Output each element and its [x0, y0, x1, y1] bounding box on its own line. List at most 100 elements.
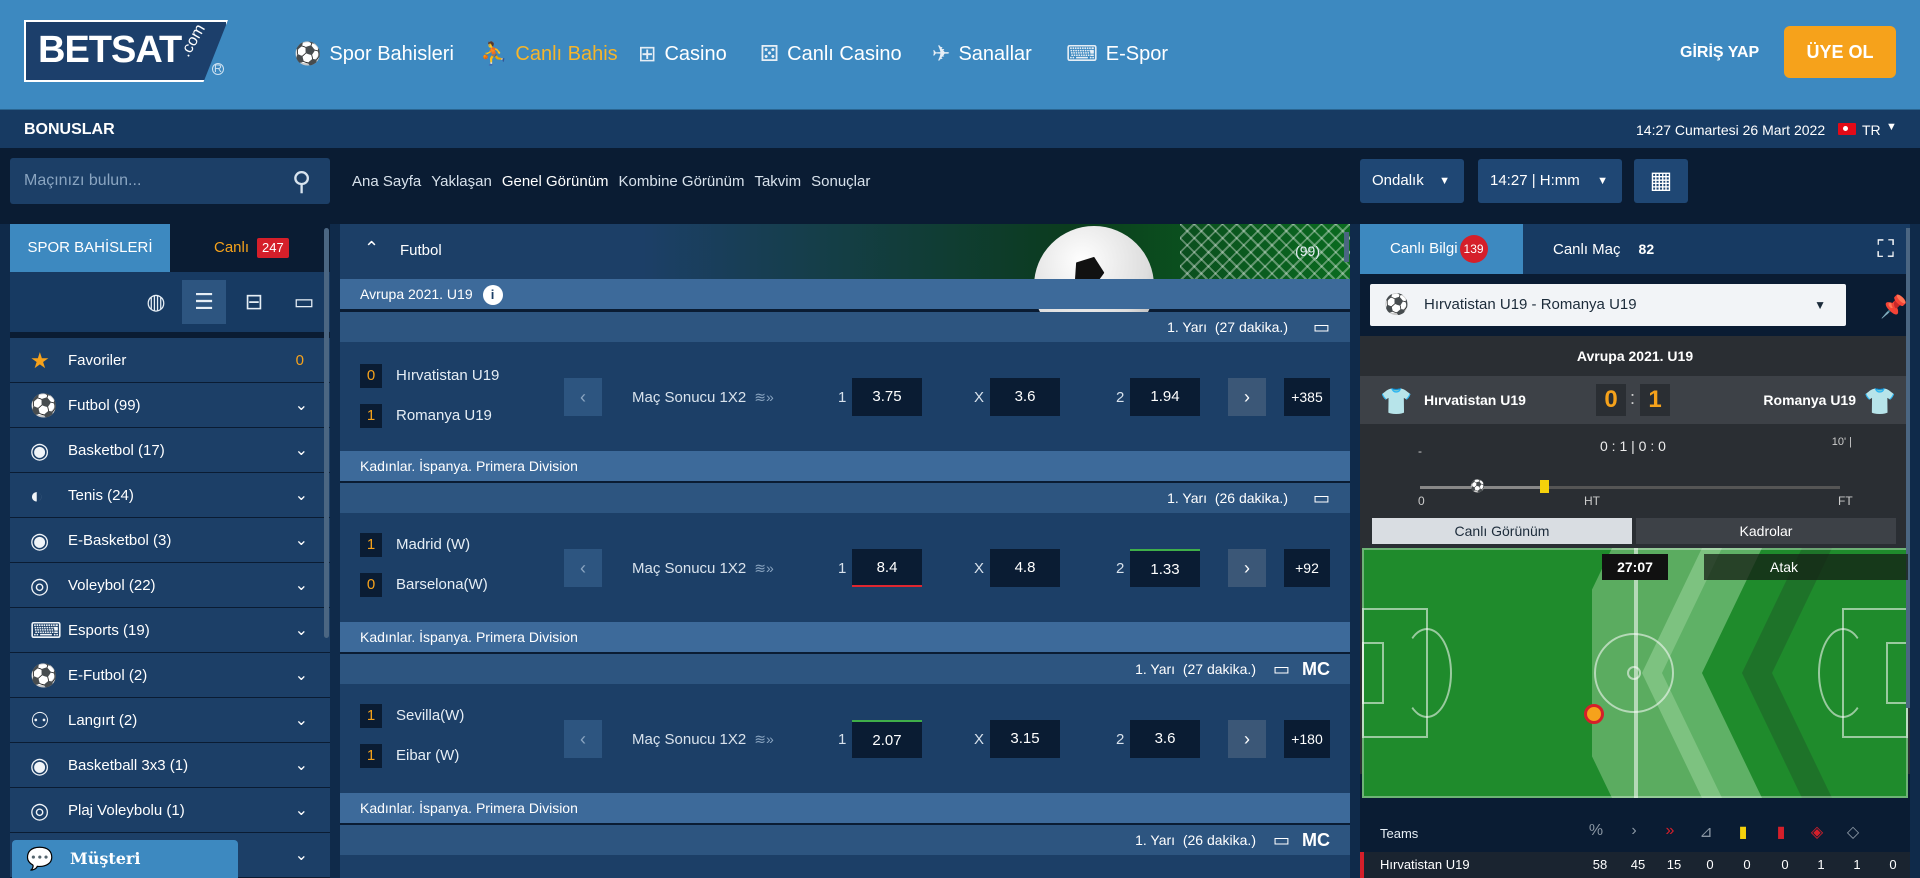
sidebar-item-langirt[interactable]: ⚇ Langırt (2) ⌄	[10, 698, 330, 743]
turkey-flag-icon[interactable]	[1838, 123, 1856, 135]
tab-canli-bilgi[interactable]: Canlı Bilgi 139	[1360, 224, 1523, 274]
chevron-down-icon[interactable]: ⌄	[295, 428, 308, 473]
sidebar-item-esports[interactable]: ⌨ Esports (19) ⌄	[10, 608, 330, 653]
odd-1-button[interactable]: 8.4	[852, 549, 922, 587]
home-team[interactable]: 1 Sevilla(W)	[360, 704, 464, 728]
tv-icon[interactable]: ▭	[1273, 654, 1290, 684]
odd-1-button[interactable]: 2.07	[852, 720, 922, 758]
chevron-down-icon[interactable]: ⌄	[295, 608, 308, 653]
register-button[interactable]: ÜYE OL	[1784, 26, 1896, 78]
prev-market-button[interactable]: ‹	[564, 720, 602, 758]
chevron-down-icon[interactable]: ⌄	[295, 383, 308, 428]
chevron-down-icon[interactable]: ⌄	[295, 518, 308, 563]
stats-icon[interactable]: ≋»	[754, 560, 774, 576]
sidebar-item-basketball-3x3[interactable]: ◉ Basketball 3x3 (1) ⌄	[10, 743, 330, 788]
nav-canli-casino[interactable]: ⚄ Canlı Casino	[760, 41, 902, 67]
more-markets-button[interactable]: +385	[1284, 378, 1330, 416]
search-icon[interactable]: ⚲	[292, 166, 311, 197]
odd-x-button[interactable]: 3.15	[990, 720, 1060, 758]
tab-takvim[interactable]: Takvim	[754, 173, 801, 190]
chevron-down-icon[interactable]: ⌄	[295, 563, 308, 608]
chevron-down-icon[interactable]: ⌄	[295, 698, 308, 743]
away-team[interactable]: 1 Romanya U19	[360, 404, 492, 428]
nav-sanallar[interactable]: ✈ Sanallar	[932, 41, 1032, 67]
nav-spor-bahisleri[interactable]: ⚽ Spor Bahisleri	[294, 41, 454, 67]
info-icon[interactable]: i	[482, 285, 503, 305]
chevron-down-icon[interactable]: ⌄	[295, 653, 308, 698]
sidebar-item-basketbol[interactable]: ◉ Basketbol (17) ⌄	[10, 428, 330, 473]
away-team[interactable]: 1 Eibar (W)	[360, 744, 459, 768]
chevron-down-icon[interactable]: ⌄	[295, 833, 308, 878]
away-team[interactable]: 0 Barselona(W)	[360, 573, 488, 597]
nav-canli-bahis[interactable]: ⛹ Canlı Bahis	[480, 41, 618, 67]
odds-format-select[interactable]: Ondalık ▼	[1360, 159, 1464, 203]
tab-canli-mac[interactable]: Canlı Maç 82	[1553, 224, 1654, 275]
field-view-icon[interactable]: ⊟	[232, 280, 276, 324]
nav-casino[interactable]: ⊞ Casino	[638, 41, 727, 67]
pin-icon[interactable]: 📌	[1880, 294, 1907, 320]
language-select[interactable]: TR	[1862, 122, 1881, 138]
odd-1-button[interactable]: 3.75	[852, 378, 922, 416]
login-button[interactable]: GİRİŞ YAP	[1680, 44, 1759, 62]
more-markets-button[interactable]: +92	[1284, 549, 1330, 587]
tab-spor-bahisleri[interactable]: SPOR BAHİSLERİ	[10, 224, 170, 272]
prev-market-button[interactable]: ‹	[564, 378, 602, 416]
match-center-icon[interactable]: MC	[1302, 654, 1330, 684]
match-select[interactable]: ⚽ Hırvatistan U19 - Romanya U19 ▼	[1370, 284, 1846, 326]
tab-sonuclar[interactable]: Sonuçlar	[811, 173, 870, 190]
tv-icon[interactable]: ▭	[1313, 483, 1330, 513]
chevron-up-icon[interactable]: ⌃	[364, 238, 379, 259]
globe-icon[interactable]: ◍	[134, 280, 178, 324]
nav-e-spor[interactable]: ⌨ E-Spor	[1066, 41, 1168, 67]
chevron-down-icon[interactable]: ⌄	[295, 788, 308, 833]
tab-kombine-gorunum[interactable]: Kombine Görünüm	[619, 173, 745, 190]
tab-canli[interactable]: Canlı 247	[170, 224, 330, 272]
tab-ana-sayfa[interactable]: Ana Sayfa	[352, 173, 421, 190]
chevron-down-icon[interactable]: ⌄	[295, 473, 308, 518]
fullscreen-icon[interactable]: ⛶	[1877, 236, 1894, 264]
center-scrollbar[interactable]	[1344, 232, 1349, 262]
list-view-icon[interactable]: ☰	[182, 280, 226, 324]
odd-2-button[interactable]: 1.94	[1130, 378, 1200, 416]
bonus-link[interactable]: BONUSLAR	[24, 121, 115, 139]
chevron-down-icon[interactable]: ⌄	[295, 743, 308, 788]
search-input[interactable]	[10, 158, 280, 204]
next-market-button[interactable]: ›	[1228, 549, 1266, 587]
sidebar-item-e-basketbol[interactable]: ◉ E-Basketbol (3) ⌄	[10, 518, 330, 563]
next-market-button[interactable]: ›	[1228, 720, 1266, 758]
sidebar-item-favorites[interactable]: ★ Favoriler 0	[10, 338, 330, 383]
sidebar-item-label: Plaj Voleybolu (1)	[68, 802, 185, 819]
tv-icon[interactable]: ▭	[1313, 312, 1330, 342]
stats-icon[interactable]: ≋»	[754, 731, 774, 747]
sidebar-item-plaj-voleybolu[interactable]: ◎ Plaj Voleybolu (1) ⌄	[10, 788, 330, 833]
tab-genel-gorunum[interactable]: Genel Görünüm	[502, 173, 609, 190]
sidebar-item-tenis[interactable]: ◐ Tenis (24) ⌄	[10, 473, 330, 518]
tv-icon[interactable]: ▭	[282, 280, 326, 324]
time-format-select[interactable]: 14:27 | H:mm ▼	[1478, 159, 1622, 203]
sidebar-item-e-futbol[interactable]: ⚽ E-Futbol (2) ⌄	[10, 653, 330, 698]
next-market-button[interactable]: ›	[1228, 378, 1266, 416]
sidebar-item-voleybol[interactable]: ◎ Voleybol (22) ⌄	[10, 563, 330, 608]
caret-down-icon[interactable]: ▼	[1886, 121, 1897, 133]
tv-icon[interactable]: ▭	[1273, 825, 1290, 855]
home-team[interactable]: 1 Madrid (W)	[360, 533, 470, 557]
right-panel-scrollbar[interactable]	[1906, 228, 1910, 708]
odd-x-button[interactable]: 3.6	[990, 378, 1060, 416]
prev-market-button[interactable]: ‹	[564, 549, 602, 587]
stats-icon[interactable]: ≋»	[754, 389, 774, 405]
odd-2-button[interactable]: 1.33	[1130, 549, 1200, 587]
more-markets-button[interactable]: +180	[1284, 720, 1330, 758]
sport-header[interactable]: ⌃ Futbol (99)	[340, 224, 1350, 346]
tab-yaklasan[interactable]: Yaklaşan	[431, 173, 492, 190]
tab-kadrolar[interactable]: Kadrolar	[1636, 518, 1896, 544]
odd-2-button[interactable]: 3.6	[1130, 720, 1200, 758]
customer-service-button[interactable]: 💬 Müşteri Hizmetleri	[12, 840, 238, 878]
home-team[interactable]: 0 Hırvatistan U19	[360, 364, 499, 388]
match-center-icon[interactable]: MC	[1302, 825, 1330, 855]
betsat-logo[interactable]: BETSAT .com	[24, 20, 228, 82]
sidebar-item-futbol[interactable]: ⚽ Futbol (99) ⌄	[10, 383, 330, 428]
sidebar-scrollbar[interactable]	[324, 228, 329, 638]
tab-canli-gorunum[interactable]: Canlı Görünüm	[1372, 518, 1632, 544]
odd-x-button[interactable]: 4.8	[990, 549, 1060, 587]
calculator-button[interactable]: ▦	[1634, 159, 1688, 203]
